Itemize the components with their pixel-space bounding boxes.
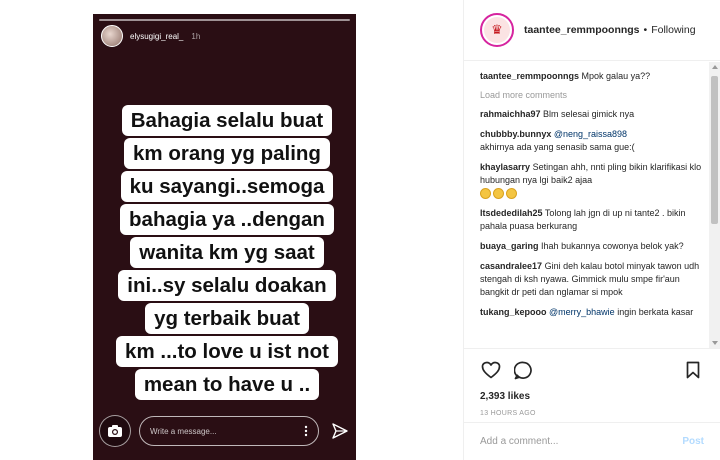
add-comment-input[interactable]: Add a comment... — [480, 436, 682, 447]
comment-button[interactable] — [512, 359, 534, 381]
comment-text: Ihah bukannya cowonya belok yak? — [541, 241, 684, 251]
camera-button — [99, 415, 131, 447]
comment-username[interactable]: chubbby.bunnyx — [480, 129, 551, 139]
comment-item: rahmaichha97 Blm selesai gimick nya — [480, 108, 708, 121]
story-avatar — [101, 25, 123, 47]
comment-item: chubbby.bunnyx @neng_raissa898 akhirnya … — [480, 128, 708, 154]
comment-item: casandralee17 Gini deh kalau botol minya… — [480, 260, 708, 299]
comment-username[interactable]: khaylasarry — [480, 162, 530, 172]
action-icons — [480, 359, 704, 381]
quote-line: mean to have u .. — [134, 369, 320, 400]
comment-item: tukang_kepooo @merry_bhawie ingin berkat… — [480, 306, 708, 319]
comment-mention[interactable]: @merry_bhawie — [549, 307, 615, 317]
bookmark-icon — [686, 361, 700, 379]
comments-scrollbar[interactable] — [709, 62, 720, 348]
post-comment-button[interactable]: Post — [682, 436, 704, 447]
like-button[interactable] — [480, 359, 502, 381]
message-placeholder: Write a message... — [150, 426, 217, 436]
following-button[interactable]: Following — [651, 24, 695, 36]
add-comment-bar: Add a comment... Post — [464, 422, 720, 460]
media-panel: elysugigi_real_ 1h Bahagia selalu buat k… — [0, 0, 463, 460]
quote-line: ini..sy selalu doakan — [118, 270, 336, 301]
story-header: elysugigi_real_ 1h — [101, 25, 200, 47]
comment-text: akhirnya ada yang senasib sama gue:( — [480, 142, 635, 152]
save-button[interactable] — [682, 359, 704, 381]
post-side-panel: ♛ taantee_remmpoonngs • Following taante… — [463, 0, 720, 460]
quote-line: bahagia ya ..dengan — [120, 204, 334, 235]
comments-list[interactable]: taantee_remmpoonngs Mpok galau ya?? Load… — [464, 62, 708, 348]
grin-emoji-icon — [506, 188, 517, 200]
story-progress-bar — [99, 19, 350, 21]
story-username: elysugigi_real_ — [130, 31, 184, 41]
comment-text: Blm selesai gimick nya — [543, 109, 635, 119]
header-separator: • — [643, 24, 648, 36]
author-username[interactable]: taantee_remmpoonngs — [524, 24, 640, 36]
scrollbar-thumb[interactable] — [711, 76, 718, 224]
comment-item: khaylasarry Setingan ahh, nnti pling bik… — [480, 161, 708, 200]
comment-username[interactable]: casandralee17 — [480, 261, 542, 271]
post-time[interactable]: 13 HOURS AGO — [480, 410, 704, 417]
quote-line: km ...to love u ist not — [116, 336, 338, 367]
story-message-field: Write a message... — [139, 416, 319, 446]
post-actions: 2,393 likes 13 HOURS AGO — [464, 348, 720, 417]
comment-username[interactable]: tukang_kepooo — [480, 307, 547, 317]
quote-line: yg terbaik buat — [145, 303, 309, 334]
scroll-up-arrow-icon[interactable] — [712, 65, 718, 69]
comment-text: ingin berkata kasar — [617, 307, 694, 317]
comment-mention[interactable]: @neng_raissa898 — [554, 129, 627, 139]
scroll-down-arrow-icon[interactable] — [712, 341, 718, 345]
grin-emoji-icon — [480, 188, 491, 200]
comment-username[interactable]: buaya_garing — [480, 241, 539, 251]
comment-username[interactable]: ltsdededilah25 — [480, 208, 543, 218]
camera-icon — [108, 425, 122, 437]
quote-line: km orang yg paling — [124, 138, 330, 169]
comment-item: buaya_garing Ihah bukannya cowonya belok… — [480, 240, 708, 253]
heart-icon — [481, 361, 501, 379]
grin-emoji-icon — [493, 188, 504, 200]
comment-icon — [513, 361, 532, 379]
more-vertical-icon — [304, 425, 308, 437]
caption: taantee_remmpoonngs Mpok galau ya?? — [480, 70, 708, 83]
comment-item: ltsdededilah25 Tolong lah jgn di up ni t… — [480, 207, 708, 233]
quote-line: ku sayangi..semoga — [120, 171, 334, 202]
author-avatar[interactable]: ♛ — [480, 13, 514, 47]
quote-line: Bahagia selalu buat — [121, 105, 333, 136]
story-send-button — [331, 422, 349, 440]
story-screenshot: elysugigi_real_ 1h Bahagia selalu buat k… — [93, 14, 356, 460]
quote-line: wanita km yg saat — [130, 237, 324, 268]
send-icon — [332, 423, 348, 439]
story-time: 1h — [191, 31, 201, 41]
author-avatar-logo: ♛ — [484, 17, 510, 43]
caption-username[interactable]: taantee_remmpoonngs — [480, 71, 579, 81]
story-footer: Write a message... — [99, 414, 351, 448]
load-more-comments[interactable]: Load more comments — [480, 90, 708, 100]
comment-username[interactable]: rahmaichha97 — [480, 109, 541, 119]
story-quote: Bahagia selalu buat km orang yg paling k… — [112, 105, 342, 402]
caption-text: Mpok galau ya?? — [581, 71, 651, 81]
post-header: ♛ taantee_remmpoonngs • Following — [464, 0, 720, 61]
likes-count[interactable]: 2,393 likes — [480, 391, 704, 402]
